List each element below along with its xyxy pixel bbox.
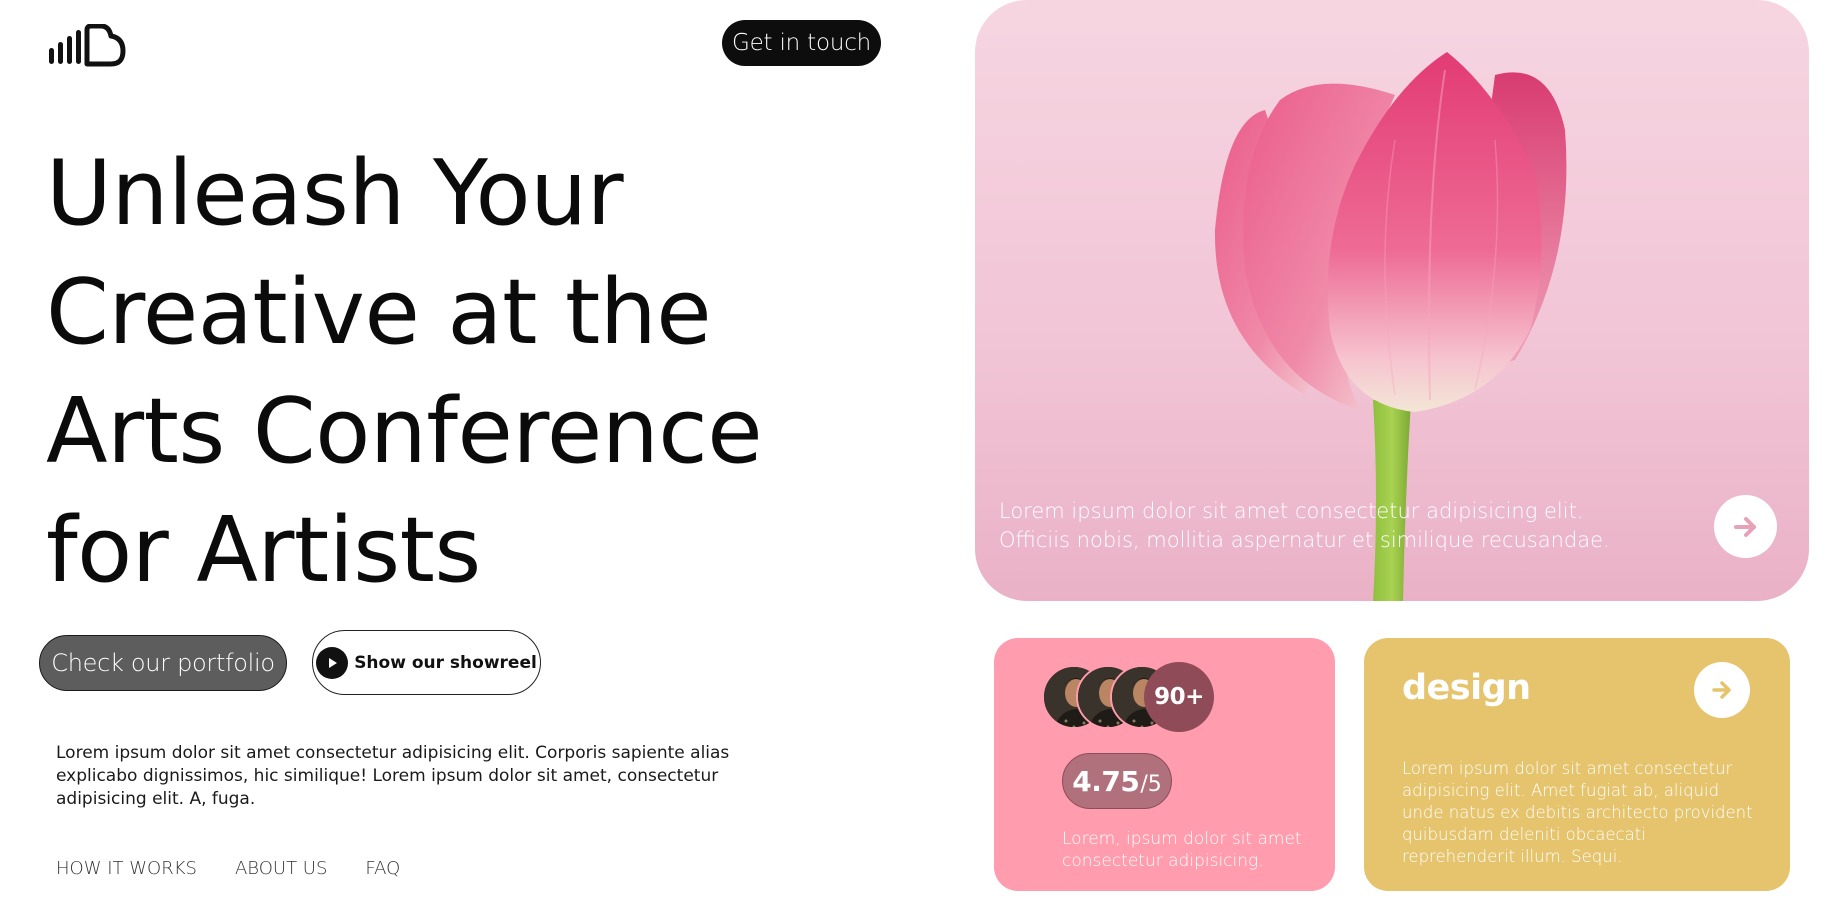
design-card-text: Lorem ipsum dolor sit amet consectetur a… bbox=[1402, 759, 1753, 866]
footer-nav: HOW IT WORKS ABOUT US FAQ bbox=[56, 858, 400, 879]
hero-title-line: for Artists bbox=[46, 498, 481, 603]
hero-caption-line: Officiis nobis, mollitia aspernatur et s… bbox=[999, 528, 1610, 552]
hero-card-arrow-button[interactable] bbox=[1714, 495, 1777, 558]
rating-separator: / bbox=[1140, 772, 1148, 797]
nav-link-faq[interactable]: FAQ bbox=[365, 858, 400, 879]
check-portfolio-button[interactable]: Check our portfolio bbox=[39, 635, 287, 691]
intro-paragraph: Lorem ipsum dolor sit amet consectetur a… bbox=[56, 743, 730, 809]
design-card-arrow-button[interactable] bbox=[1694, 662, 1750, 718]
arrow-right-icon bbox=[1712, 681, 1731, 699]
nav-link-about-us[interactable]: ABOUT US bbox=[235, 858, 327, 879]
show-showreel-button[interactable]: Show our showreel bbox=[312, 630, 541, 695]
play-icon bbox=[316, 646, 349, 679]
showreel-button-label: Show our showreel bbox=[354, 652, 537, 673]
nav-link-how-it-works[interactable]: HOW IT WORKS bbox=[56, 858, 197, 879]
hero-image-card: Lorem ipsum dolor sit amet consectetur a… bbox=[975, 0, 1809, 601]
rating-value: 4.75 bbox=[1072, 765, 1140, 798]
hero-title-line: Arts Conference bbox=[46, 379, 763, 484]
brand-logo-icon[interactable] bbox=[49, 23, 129, 68]
hero-title: Unleash Your Creative at the Arts Confer… bbox=[46, 134, 826, 610]
hero-title-line: Creative at the bbox=[46, 260, 712, 365]
hero-title-line: Unleash Your bbox=[46, 141, 624, 246]
avatar-count-badge: 90+ bbox=[1144, 662, 1214, 732]
hero-caption-line: Lorem ipsum dolor sit amet consectetur a… bbox=[999, 499, 1584, 523]
rating-max: 5 bbox=[1147, 772, 1162, 797]
avatar-group: 90+ bbox=[1042, 662, 1222, 734]
rating-badge: 4.75 / 5 bbox=[1062, 753, 1172, 809]
arrow-right-icon bbox=[1733, 516, 1756, 537]
stats-card: 90+ 4.75 / 5 Lorem, ipsum dolor sit amet… bbox=[994, 638, 1335, 891]
design-card-title: design bbox=[1402, 668, 1531, 708]
get-in-touch-button[interactable]: Get in touch bbox=[722, 20, 881, 66]
design-card: design Lorem ipsum dolor sit amet consec… bbox=[1364, 638, 1790, 891]
stats-caption: Lorem, ipsum dolor sit amet consectetur … bbox=[1062, 829, 1302, 871]
landing-page: Get in touch Unleash Your Creative at th… bbox=[0, 0, 1839, 917]
hero-card-caption: Lorem ipsum dolor sit amet consectetur a… bbox=[999, 497, 1679, 555]
